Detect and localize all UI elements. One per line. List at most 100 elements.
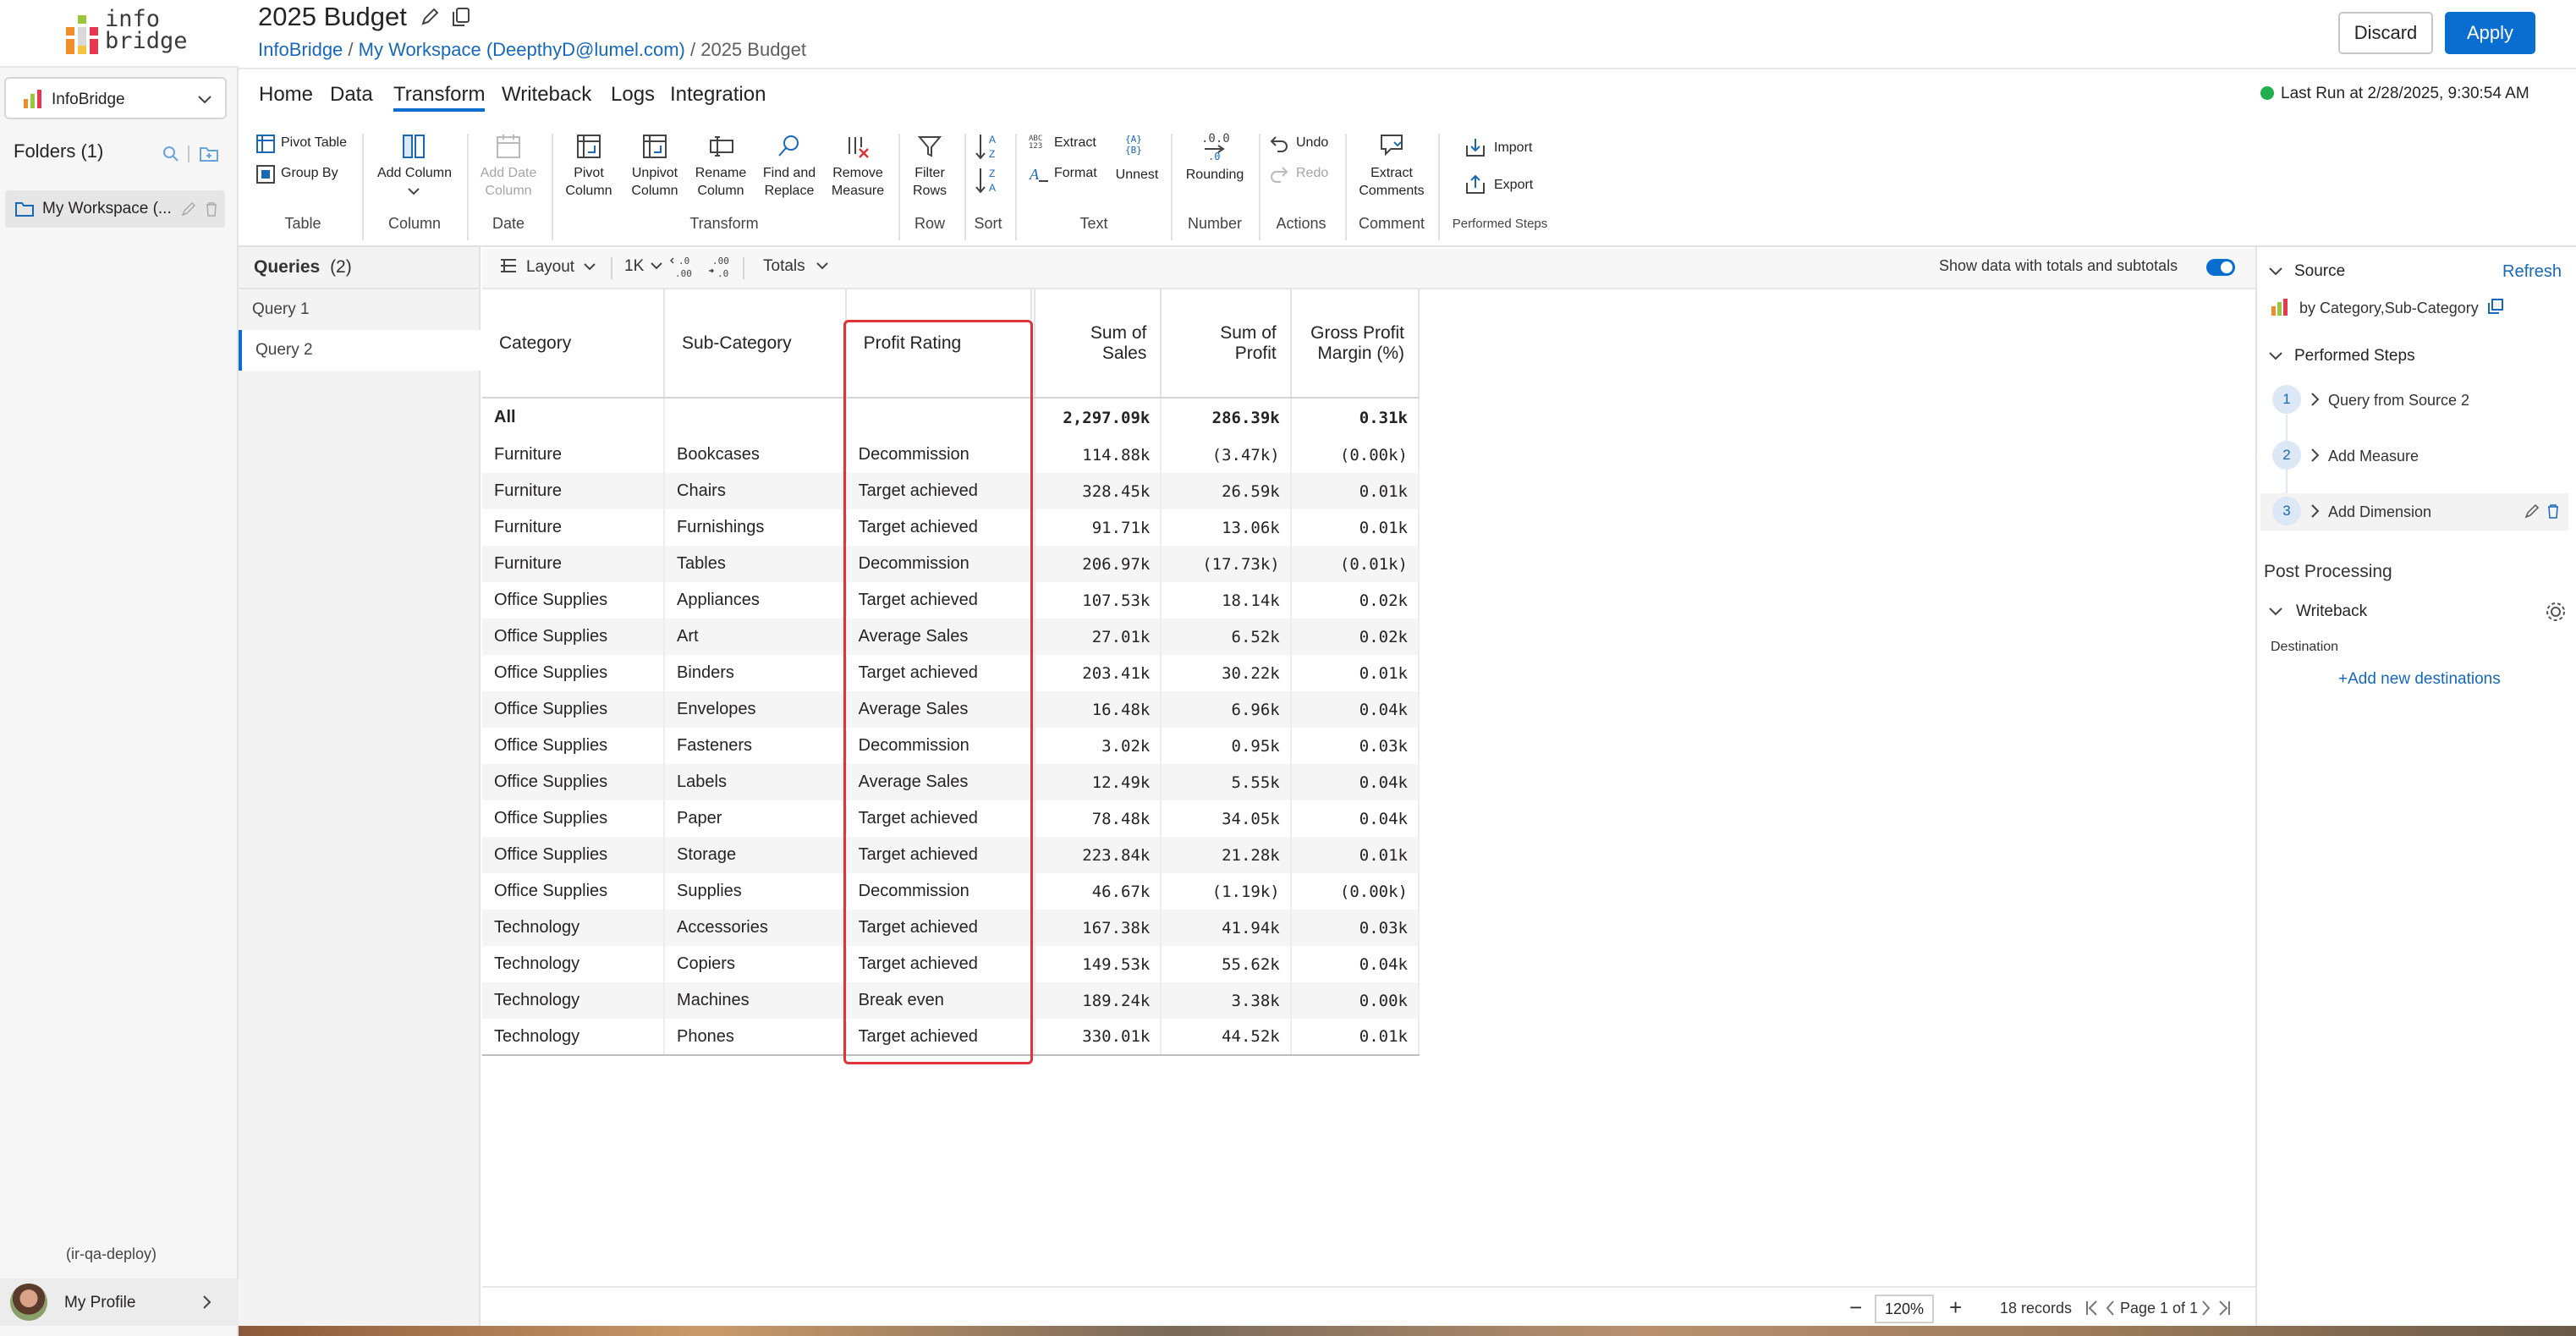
group-by-button[interactable]: Group By <box>281 166 338 181</box>
import-button[interactable]: Import <box>1494 140 1532 156</box>
show-totals-toggle[interactable] <box>2206 259 2235 276</box>
undo-button[interactable]: Undo <box>1296 135 1328 151</box>
table-cell[interactable]: Office Supplies <box>482 582 666 619</box>
totals-menu[interactable]: Totals <box>763 257 828 276</box>
table-cell[interactable]: Paper <box>664 800 847 837</box>
table-cell[interactable]: Office Supplies <box>482 837 666 873</box>
table-cell[interactable]: 41.94k <box>1161 910 1292 946</box>
extract-button[interactable]: Extract <box>1054 135 1096 151</box>
remove-measure-button[interactable]: Remove Measure <box>826 164 890 200</box>
table-cell[interactable]: 0.95k <box>1161 728 1292 764</box>
table-cell[interactable]: 0.03k <box>1290 910 1420 946</box>
table-cell[interactable]: 12.49k <box>1034 764 1162 800</box>
column-header-gross-profit-margin[interactable]: Gross Profit Margin (%) <box>1290 289 1420 399</box>
chevron-down-icon[interactable] <box>2269 608 2282 616</box>
edit-icon[interactable] <box>2524 503 2540 519</box>
open-source-icon[interactable] <box>2487 298 2504 315</box>
table-cell[interactable]: 55.62k <box>1161 946 1292 982</box>
previous-page-icon[interactable] <box>2105 1300 2115 1317</box>
table-cell[interactable]: Art <box>664 619 847 655</box>
table-cell[interactable]: 16.48k <box>1034 691 1162 728</box>
sort-ascending-icon[interactable]: AZ <box>975 132 1002 161</box>
table-cell[interactable]: Furniture <box>482 509 666 546</box>
discard-button[interactable]: Discard <box>2338 12 2433 54</box>
table-cell[interactable]: Technology <box>482 1019 666 1056</box>
export-button[interactable]: Export <box>1494 178 1533 193</box>
tab-home[interactable]: Home <box>259 83 313 107</box>
table-cell[interactable]: 0.04k <box>1290 764 1420 800</box>
delete-icon[interactable] <box>205 201 218 217</box>
table-cell[interactable]: 6.96k <box>1161 691 1292 728</box>
table-cell[interactable]: 0.01k <box>1290 837 1420 873</box>
breadcrumb-my-workspace[interactable]: My Workspace (DeepthyD@lumel.com) <box>359 39 685 60</box>
table-cell[interactable]: Office Supplies <box>482 764 666 800</box>
table-cell[interactable]: Office Supplies <box>482 873 666 910</box>
table-cell[interactable]: 3.38k <box>1161 982 1292 1019</box>
table-cell[interactable]: 189.24k <box>1034 982 1162 1019</box>
table-cell[interactable]: 206.97k <box>1034 546 1162 582</box>
table-cell[interactable]: 30.22k <box>1161 655 1292 691</box>
table-cell[interactable]: Office Supplies <box>482 728 666 764</box>
table-cell[interactable]: 0.04k <box>1290 800 1420 837</box>
logo[interactable]: info bridge <box>0 0 239 68</box>
tab-integration[interactable]: Integration <box>670 83 766 107</box>
table-cell[interactable]: 5.55k <box>1161 764 1292 800</box>
table-cell[interactable]: 330.01k <box>1034 1019 1162 1056</box>
pivot-column-button[interactable]: Pivot Column <box>558 164 619 200</box>
search-icon[interactable] <box>162 146 179 162</box>
filter-rows-button[interactable]: Filter Rows <box>905 164 954 200</box>
delete-icon[interactable] <box>2546 503 2560 519</box>
table-cell[interactable]: 91.71k <box>1034 509 1162 546</box>
table-cell[interactable]: Envelopes <box>664 691 847 728</box>
column-header-sub-category[interactable]: Sub-Category <box>664 289 847 399</box>
chevron-down-icon[interactable] <box>2269 352 2282 360</box>
table-cell[interactable]: Fasteners <box>664 728 847 764</box>
table-cell[interactable]: Furniture <box>482 437 666 473</box>
pivot-table-button[interactable]: Pivot Table <box>281 135 347 151</box>
zoom-out-button[interactable]: − <box>1849 1295 1862 1321</box>
table-cell[interactable]: 114.88k <box>1034 437 1162 473</box>
table-cell[interactable]: Phones <box>664 1019 847 1056</box>
format-button[interactable]: Format <box>1054 166 1097 181</box>
table-cell[interactable]: Technology <box>482 946 666 982</box>
table-cell[interactable]: (0.00k) <box>1290 873 1420 910</box>
chevron-down-icon[interactable] <box>2269 267 2282 276</box>
table-cell[interactable]: 167.38k <box>1034 910 1162 946</box>
tab-logs[interactable]: Logs <box>611 83 655 107</box>
table-cell[interactable]: (17.73k) <box>1161 546 1292 582</box>
gear-icon[interactable] <box>2545 601 2567 623</box>
table-cell[interactable]: 328.45k <box>1034 473 1162 509</box>
table-cell[interactable]: Labels <box>664 764 847 800</box>
table-cell[interactable]: 0.01k <box>1290 1019 1420 1056</box>
table-cell[interactable]: Chairs <box>664 473 847 509</box>
first-page-icon[interactable] <box>2084 1300 2100 1317</box>
rename-column-button[interactable]: Rename Column <box>689 164 753 200</box>
table-cell[interactable]: 18.14k <box>1161 582 1292 619</box>
workspace-select[interactable]: InfoBridge <box>4 77 227 119</box>
decrease-decimal-icon[interactable]: .00.0 <box>707 254 733 279</box>
table-cell[interactable]: Copiers <box>664 946 847 982</box>
table-cell[interactable]: 0.01k <box>1290 655 1420 691</box>
table-cell[interactable]: 223.84k <box>1034 837 1162 873</box>
next-page-icon[interactable] <box>2201 1300 2211 1317</box>
table-cell[interactable]: 78.48k <box>1034 800 1162 837</box>
table-cell[interactable]: Tables <box>664 546 847 582</box>
table-cell[interactable]: 149.53k <box>1034 946 1162 982</box>
table-cell[interactable]: Furniture <box>482 546 666 582</box>
refresh-link[interactable]: Refresh <box>2502 262 2562 282</box>
extract-comments-button[interactable]: Extract Comments <box>1354 164 1430 200</box>
table-cell[interactable]: (0.00k) <box>1290 437 1420 473</box>
table-cell[interactable]: 107.53k <box>1034 582 1162 619</box>
query-item-1[interactable]: Query 1 <box>239 289 481 330</box>
table-cell[interactable]: Office Supplies <box>482 800 666 837</box>
table-cell[interactable]: Binders <box>664 655 847 691</box>
sort-descending-icon[interactable]: ZA <box>975 166 1002 196</box>
table-cell[interactable]: 0.01k <box>1290 509 1420 546</box>
table-cell[interactable]: 286.39k <box>1161 398 1292 437</box>
step-item-1[interactable]: 1 Query from Source 2 <box>2260 385 2565 429</box>
table-cell[interactable]: 203.41k <box>1034 655 1162 691</box>
table-cell[interactable]: Machines <box>664 982 847 1019</box>
add-destination-link[interactable]: +Add new destinations <box>2338 670 2501 689</box>
table-cell[interactable]: 0.31k <box>1290 398 1420 437</box>
apply-button[interactable]: Apply <box>2445 12 2535 54</box>
